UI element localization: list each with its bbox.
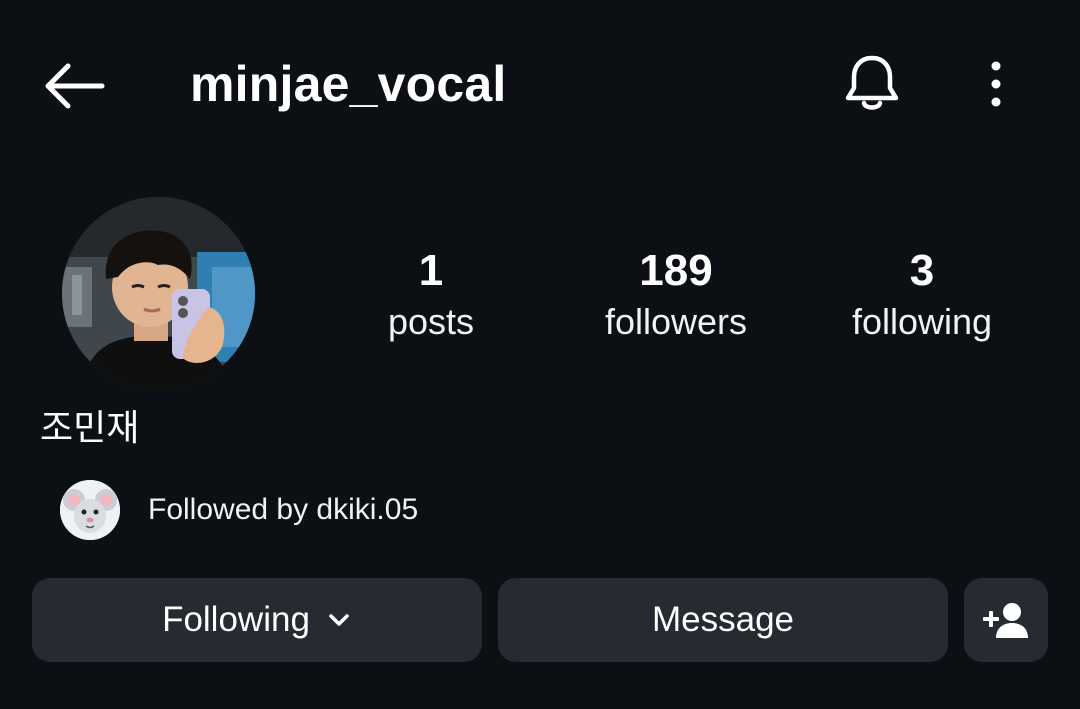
following-button-label: Following [162,600,310,639]
mouse-avatar-icon [60,480,120,540]
add-user-button[interactable] [964,578,1048,662]
mutual-followers[interactable]: Followed by dkiki.05 [60,479,418,541]
followers-count: 189 [639,246,713,295]
message-button[interactable]: Message [498,578,948,662]
profile-display-name: 조민재 [40,407,140,448]
profile-photo-image [62,197,255,390]
followers-label: followers [604,301,748,342]
stat-posts[interactable]: 1 posts [321,243,541,345]
mutual-followers-text: Followed by dkiki.05 [148,493,419,526]
following-count: 3 [909,246,935,295]
mutual-follower-avatar [60,480,120,540]
chevron-down-icon [329,614,349,626]
profile-avatar[interactable] [62,197,255,390]
stat-followers[interactable]: 189 followers [566,243,786,345]
posts-count: 1 [418,246,444,295]
bell-icon[interactable] [840,52,904,116]
arrow-left-icon[interactable] [40,58,106,114]
profile-username: minjae_vocal [190,56,507,112]
stat-following[interactable]: 3 following [812,243,1032,345]
person-add-icon [983,603,1028,638]
following-button[interactable]: Following [32,578,482,662]
message-button-label: Message [651,600,795,639]
top-bar: minjae_vocal [0,0,1080,170]
following-label: following [851,301,993,342]
more-vertical-icon[interactable] [980,58,1012,112]
posts-label: posts [387,301,475,342]
